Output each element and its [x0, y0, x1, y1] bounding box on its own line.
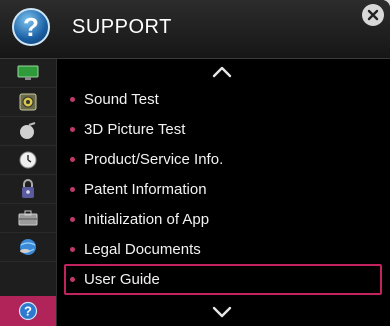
- menu-item-3d-picture-test[interactable]: 3D Picture Test: [64, 115, 382, 144]
- time-settings-icon: [19, 151, 37, 169]
- sidebar-item-lock[interactable]: [0, 175, 56, 204]
- page-title: SUPPORT: [72, 16, 172, 38]
- scroll-up-chevron-icon[interactable]: [207, 62, 237, 82]
- close-button[interactable]: [362, 4, 384, 26]
- menu-item-product-service-info[interactable]: Product/Service Info.: [64, 145, 382, 174]
- support-icon: ?: [18, 301, 38, 321]
- menu-item-label: 3D Picture Test: [84, 121, 186, 138]
- scroll-down-chevron-icon[interactable]: [207, 302, 237, 322]
- bullet-icon: [70, 217, 75, 222]
- header-bar: ? SUPPORT: [0, 0, 390, 59]
- channel-settings-icon: [20, 122, 36, 139]
- support-menu: Sound Test 3D Picture Test Product/Servi…: [62, 59, 386, 326]
- bullet-icon: [70, 247, 75, 252]
- bullet-icon: [70, 277, 75, 282]
- sidebar-item-network[interactable]: [0, 233, 56, 262]
- bullet-icon: [70, 187, 75, 192]
- bullet-icon: [70, 127, 75, 132]
- sidebar-item-audio[interactable]: [0, 88, 56, 117]
- sidebar-item-picture[interactable]: [0, 59, 56, 88]
- menu-item-sound-test[interactable]: Sound Test: [64, 85, 382, 114]
- close-icon: [367, 9, 379, 21]
- audio-settings-icon: [19, 93, 37, 111]
- menu-item-legal-documents[interactable]: Legal Documents: [64, 235, 382, 264]
- option-settings-icon: [18, 210, 38, 226]
- picture-settings-icon: [17, 65, 39, 80]
- support-panel: ? SUPPORT ? Sound Test 3D Picture Test P…: [0, 0, 390, 326]
- lock-settings-icon: [22, 179, 34, 198]
- question-circle-icon: ?: [12, 8, 50, 46]
- settings-sidebar: ?: [0, 59, 57, 326]
- menu-item-label: Legal Documents: [84, 241, 201, 258]
- sidebar-item-option[interactable]: [0, 204, 56, 233]
- menu-item-label: Product/Service Info.: [84, 151, 224, 168]
- network-settings-icon: [20, 239, 36, 255]
- menu-item-label: User Guide: [84, 271, 160, 288]
- menu-item-label: Patent Information: [84, 181, 207, 198]
- menu-item-user-guide[interactable]: User Guide: [64, 264, 382, 295]
- sidebar-item-time[interactable]: [0, 146, 56, 175]
- sidebar-item-channel[interactable]: [0, 117, 56, 146]
- menu-item-patent-information[interactable]: Patent Information: [64, 175, 382, 204]
- bullet-icon: [70, 97, 75, 102]
- bullet-icon: [70, 157, 75, 162]
- svg-text:?: ?: [24, 304, 32, 319]
- menu-item-label: Initialization of App: [84, 211, 210, 228]
- menu-item-initialization-of-app[interactable]: Initialization of App: [64, 205, 382, 234]
- menu-item-label: Sound Test: [84, 91, 159, 108]
- sidebar-item-support[interactable]: ?: [0, 296, 56, 326]
